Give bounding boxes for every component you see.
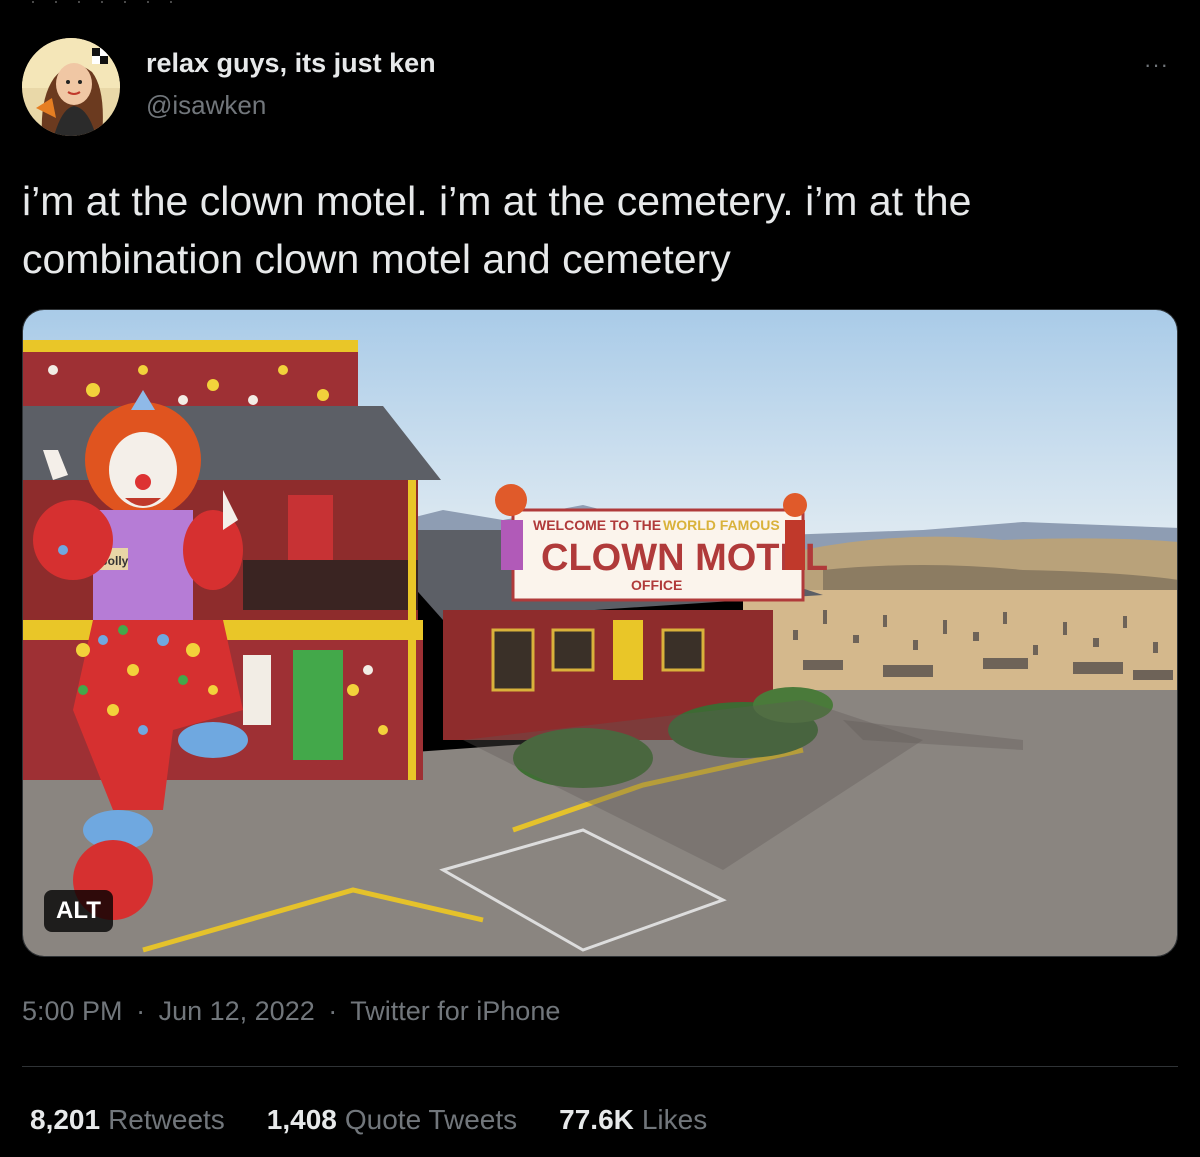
- likes-label: Likes: [641, 1104, 708, 1135]
- avatar[interactable]: [22, 38, 120, 136]
- cemetery: [743, 590, 1177, 700]
- engagement-stats: 8,201 Retweets 1,408 Quote Tweets 77.6K Lik…: [30, 1104, 707, 1136]
- meta-separator: ·: [328, 996, 338, 1026]
- likes-stat[interactable]: 77.6K Likes: [559, 1104, 707, 1136]
- quote-tweets-count: 1,408: [266, 1104, 337, 1135]
- retweets-label: Retweets: [108, 1104, 225, 1135]
- quote-tweets-stat[interactable]: 1,408 Quote Tweets: [267, 1104, 517, 1136]
- author-display-name[interactable]: relax guys, its just ken: [146, 48, 436, 79]
- alt-text-badge[interactable]: ALT: [44, 890, 113, 932]
- more-dots-icon[interactable]: ···: [1144, 52, 1169, 78]
- likes-count: 77.6K: [559, 1104, 634, 1135]
- retweets-stat[interactable]: 8,201 Retweets: [30, 1104, 225, 1136]
- tweet-time[interactable]: 5:00 PM: [22, 996, 123, 1026]
- top-strip: · · · · · · ·: [30, 0, 180, 10]
- svg-text:WORLD FAMOUS: WORLD FAMOUS: [663, 517, 780, 533]
- avatar-photo: [22, 38, 120, 136]
- divider: [22, 1066, 1178, 1067]
- quote-tweets-label: Quote Tweets: [344, 1104, 518, 1135]
- tweet-source[interactable]: Twitter for iPhone: [350, 996, 560, 1026]
- tweet-date[interactable]: Jun 12, 2022: [159, 996, 315, 1026]
- meta-separator: ·: [136, 996, 146, 1026]
- svg-text:OFFICE: OFFICE: [631, 577, 682, 593]
- retweets-count: 8,201: [30, 1104, 101, 1135]
- clown-motel-photo: WELCOME TO THE WORLD FAMOUS CLOWN MOTEL …: [23, 310, 1177, 956]
- tweet-text: i’m at the clown motel. i’m at the cemet…: [22, 178, 972, 282]
- tweet-meta: 5:00 PM · Jun 12, 2022 · Twitter for iPh…: [22, 996, 560, 1027]
- author-handle[interactable]: @isawken: [146, 90, 266, 121]
- tweet-media-photo[interactable]: WELCOME TO THE WORLD FAMOUS CLOWN MOTEL …: [22, 309, 1178, 957]
- svg-text:WELCOME TO THE: WELCOME TO THE: [533, 517, 661, 533]
